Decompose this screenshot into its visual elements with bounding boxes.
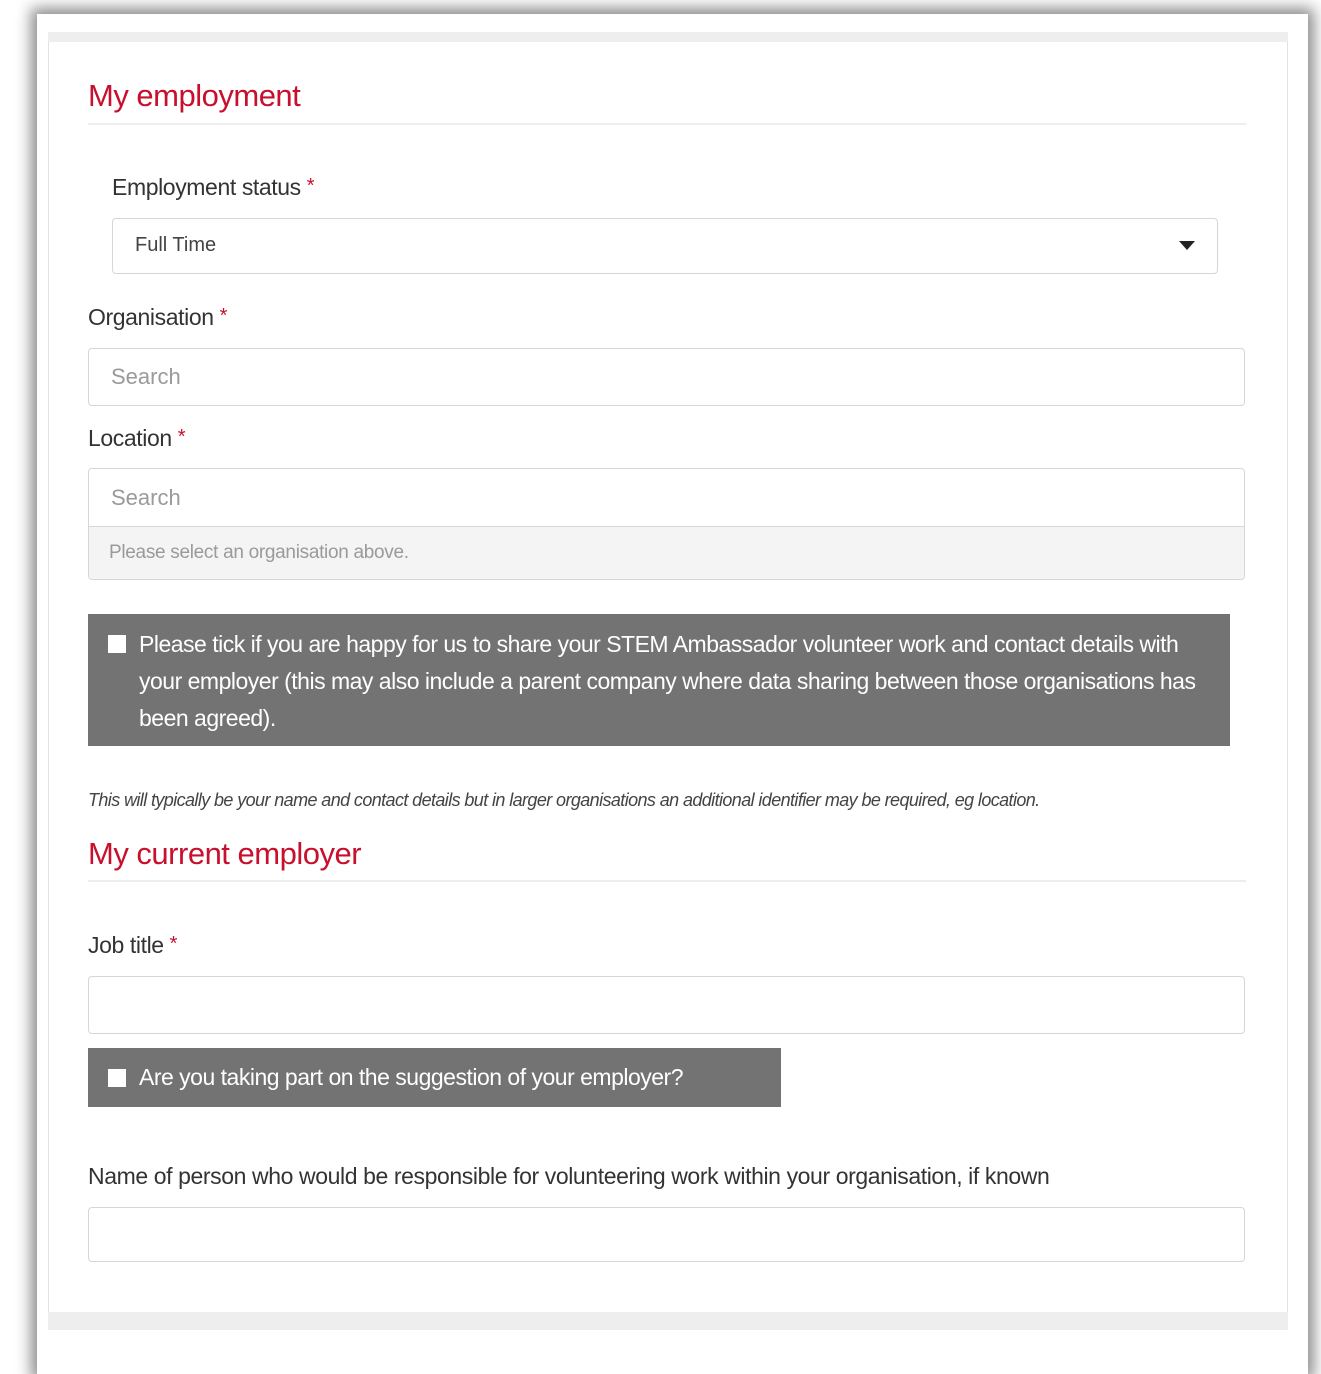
job-title-input[interactable] xyxy=(88,976,1245,1034)
section-title-current-employer: My current employer xyxy=(88,836,362,871)
share-consent-note: This will typically be your name and con… xyxy=(88,790,1040,810)
employer-suggestion-checkbox[interactable] xyxy=(108,1069,126,1087)
job-title-label: Job title * xyxy=(88,932,177,959)
location-label-text: Location xyxy=(88,425,172,451)
location-label: Location * xyxy=(88,425,186,452)
share-consent-box: Please tick if you are happy for us to s… xyxy=(88,614,1230,746)
responsible-person-label: Name of person who would be responsible … xyxy=(88,1163,1050,1189)
employer-suggestion-text: Are you taking part on the suggestion of… xyxy=(139,1064,684,1090)
organisation-label: Organisation * xyxy=(88,304,227,331)
share-consent-text: Please tick if you are happy for us to s… xyxy=(139,631,1196,731)
required-marker: * xyxy=(306,175,315,197)
employment-status-value: Full Time xyxy=(135,234,217,256)
responsible-person-input[interactable] xyxy=(88,1207,1245,1262)
location-help-text: Please select an organisation above. xyxy=(89,527,1244,579)
employer-suggestion-box: Are you taking part on the suggestion of… xyxy=(88,1048,781,1107)
organisation-search-input[interactable] xyxy=(88,348,1245,406)
section-divider xyxy=(88,123,1246,125)
required-marker: * xyxy=(219,305,228,327)
employment-status-select[interactable]: Full Time xyxy=(112,218,1218,274)
location-field-group: Please select an organisation above. xyxy=(88,468,1245,580)
employment-status-label-text: Employment status xyxy=(112,174,301,200)
section-title-employment: My employment xyxy=(88,78,301,113)
required-marker: * xyxy=(177,426,186,448)
top-divider-bar xyxy=(48,32,1288,42)
employment-status-label: Employment status * xyxy=(112,174,315,201)
job-title-label-text: Job title xyxy=(88,932,164,958)
section-divider xyxy=(88,880,1246,882)
bottom-divider-bar xyxy=(48,1312,1288,1330)
share-consent-checkbox[interactable] xyxy=(108,635,126,653)
required-marker: * xyxy=(169,933,178,955)
location-search-input[interactable] xyxy=(89,469,1244,527)
caret-down-icon xyxy=(1179,241,1195,250)
organisation-label-text: Organisation xyxy=(88,304,214,330)
